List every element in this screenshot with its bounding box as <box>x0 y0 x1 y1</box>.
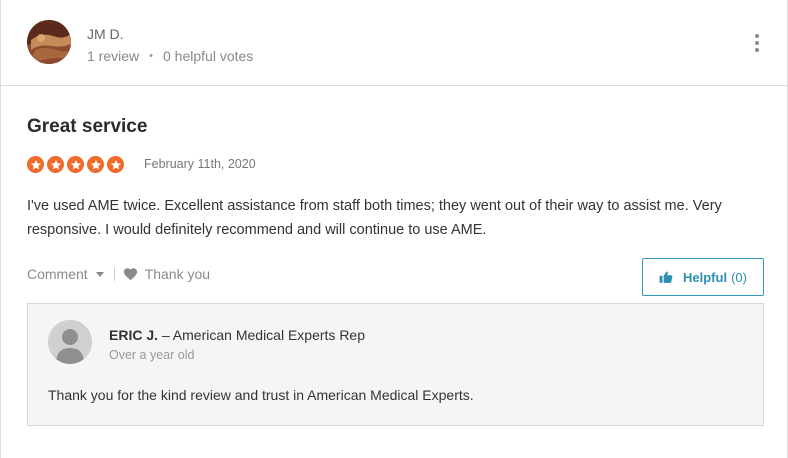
thank-you-label: Thank you <box>144 266 211 282</box>
reply-author-name[interactable]: ERIC J. <box>109 327 158 343</box>
review-actions: Comment Thank you <box>27 266 210 282</box>
review-body: I've used AME twice. Excellent assistanc… <box>27 198 722 238</box>
default-user-icon <box>48 320 92 364</box>
star-rating <box>27 156 124 173</box>
helpful-button[interactable]: Helpful (0) <box>642 258 764 296</box>
reply-body: Thank you for the kind review and trust … <box>48 387 474 403</box>
helpful-count: (0) <box>731 269 747 285</box>
comment-label: Comment <box>27 266 88 282</box>
star-icon <box>47 156 64 173</box>
meta-separator: • <box>149 50 153 62</box>
reply-author-role: – American Medical Experts Rep <box>161 327 365 343</box>
review-card: JM D. 1 review • 0 helpful votes Great s… <box>0 0 788 458</box>
action-divider <box>113 267 115 281</box>
star-icon <box>27 156 44 173</box>
reply-author: ERIC J. – American Medical Experts Rep <box>109 327 365 343</box>
review-date: February 11th, 2020 <box>144 157 256 171</box>
reviewer-header: JM D. 1 review • 0 helpful votes <box>1 0 787 86</box>
caret-down-icon <box>95 272 104 277</box>
comment-button[interactable]: Comment <box>27 266 104 282</box>
star-icon <box>107 156 124 173</box>
reviewer-name[interactable]: JM D. <box>87 26 124 42</box>
heart-icon <box>123 268 137 281</box>
star-icon <box>67 156 84 173</box>
star-icon <box>87 156 104 173</box>
helpful-label: Helpful <box>683 269 728 285</box>
helpful-votes-count: 0 helpful votes <box>163 48 254 64</box>
review-title: Great service <box>27 116 148 137</box>
review-count: 1 review <box>87 48 140 64</box>
thank-you-button[interactable]: Thank you <box>123 266 210 282</box>
thumbs-up-icon <box>659 271 673 283</box>
reviewer-stats: 1 review • 0 helpful votes <box>87 48 253 64</box>
reviewer-avatar[interactable] <box>27 20 71 64</box>
owner-reply: ERIC J. – American Medical Experts Rep O… <box>27 303 764 426</box>
kebab-menu-icon[interactable] <box>753 34 761 52</box>
reply-age: Over a year old <box>109 348 195 362</box>
